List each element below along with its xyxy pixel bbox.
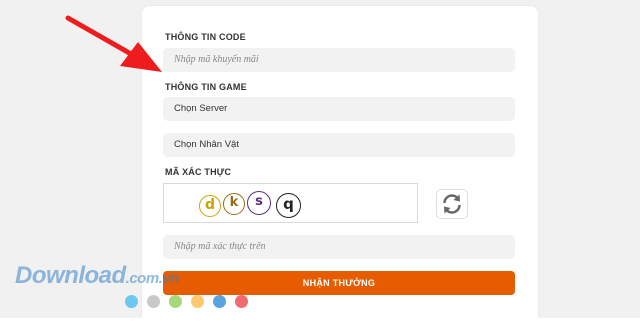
character-select[interactable]: Chọn Nhân Vật: [163, 133, 515, 157]
promo-code-input[interactable]: Nhập mã khuyến mãi: [163, 48, 515, 72]
captcha-char: q: [276, 193, 301, 218]
red-arrow-icon: [65, 15, 162, 72]
redeem-button[interactable]: NHẬN THƯỞNG: [163, 271, 515, 295]
captcha-image: d k s q: [163, 183, 418, 223]
watermark-brand: Download: [15, 262, 126, 289]
server-select[interactable]: Chọn Server: [163, 97, 515, 121]
captcha-char: k: [223, 193, 245, 215]
color-dot: [191, 295, 204, 308]
page: THÔNG TIN CODE Nhập mã khuyến mãi THÔNG …: [0, 0, 640, 328]
color-dot: [147, 295, 160, 308]
color-dot: [235, 295, 248, 308]
code-section-label: THÔNG TIN CODE: [165, 32, 246, 42]
watermark-ext: .com.vn: [125, 270, 180, 287]
color-dot: [213, 295, 226, 308]
refresh-icon: [443, 194, 461, 214]
captcha-char: d: [199, 195, 221, 217]
color-dot: [169, 295, 182, 308]
captcha-input[interactable]: Nhập mã xác thực trên: [163, 235, 515, 259]
verify-section-label: MÃ XÁC THỰC: [165, 167, 232, 177]
download-watermark: Download.com.vn: [15, 262, 179, 290]
color-dot: [125, 295, 138, 308]
refresh-captcha-button[interactable]: [436, 189, 468, 219]
bottom-strip: [0, 318, 640, 328]
captcha-char: s: [247, 191, 271, 215]
game-section-label: THÔNG TIN GAME: [165, 82, 247, 92]
